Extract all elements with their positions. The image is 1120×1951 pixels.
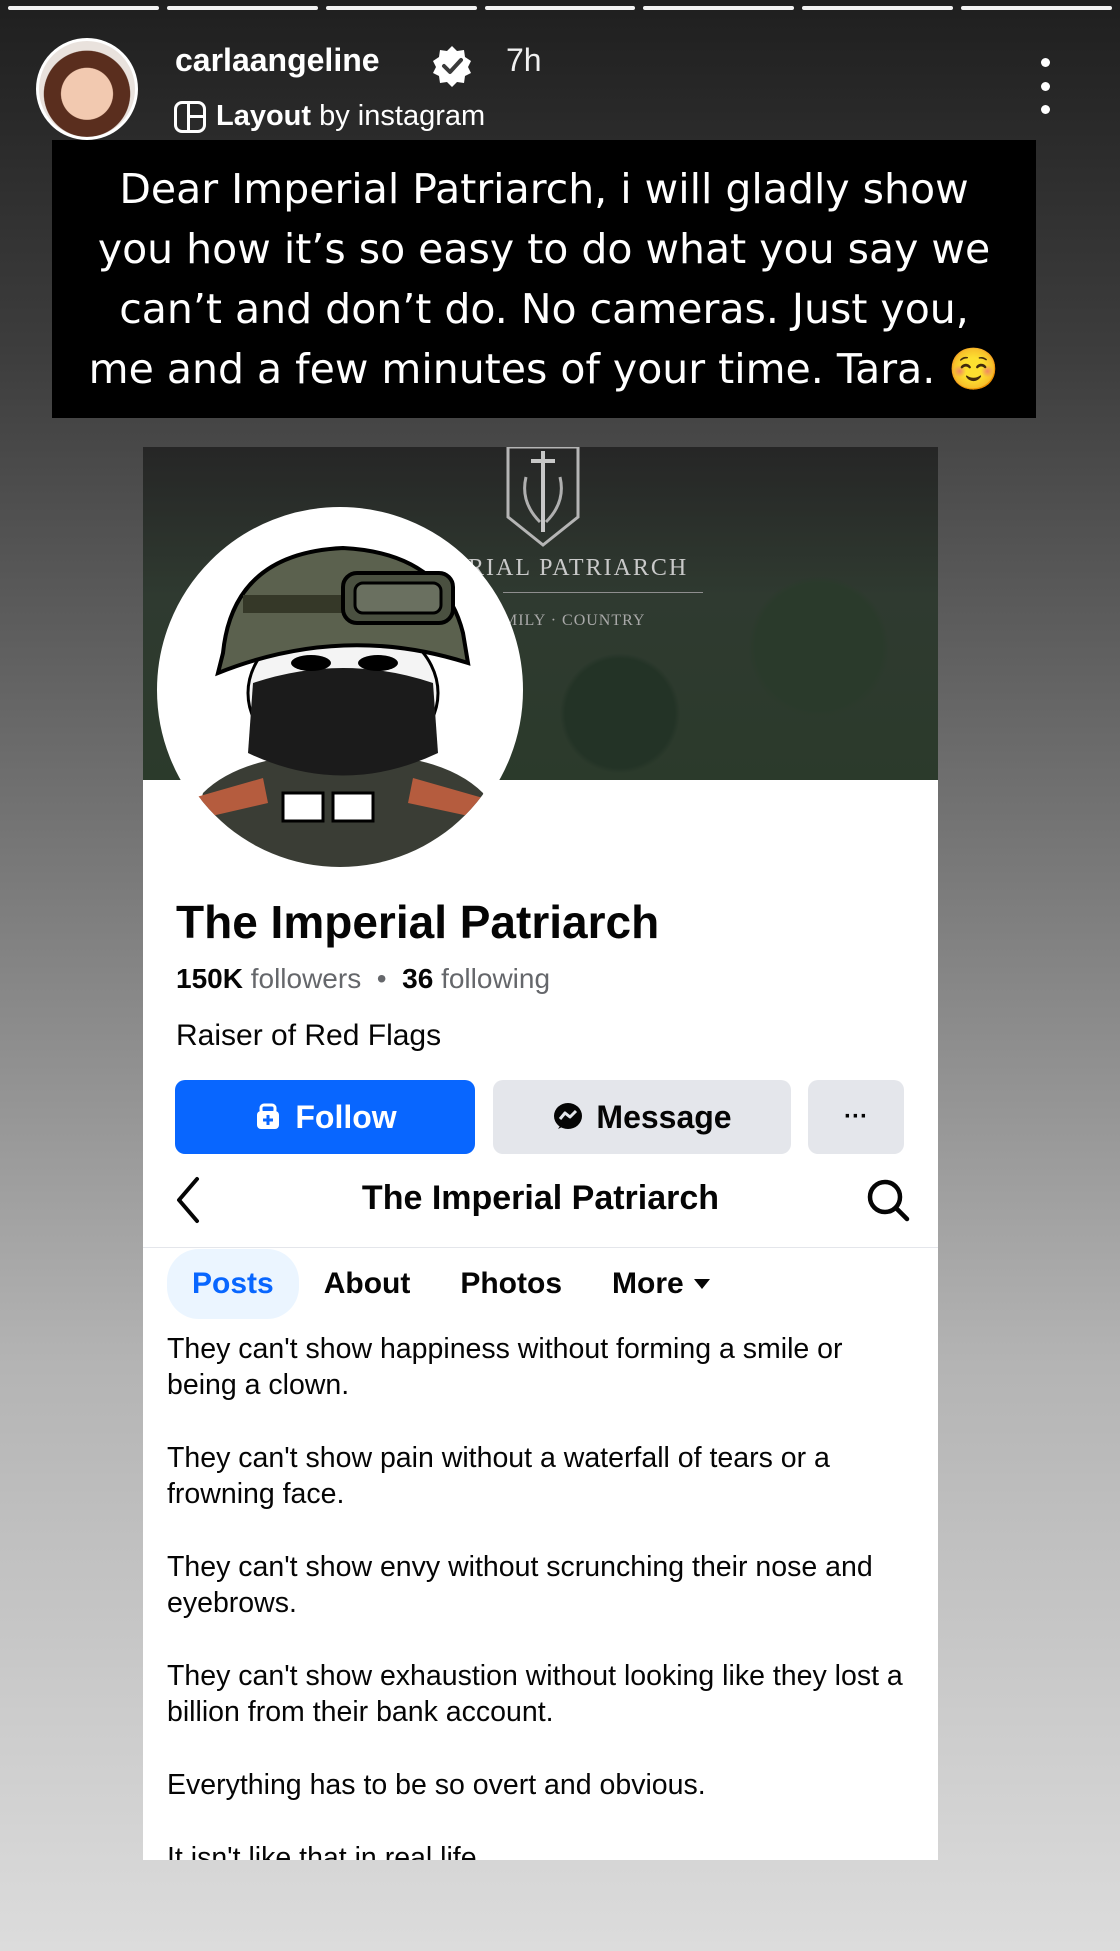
message-label: Message <box>596 1098 732 1135</box>
messenger-icon <box>554 1103 583 1129</box>
more-actions-label: ··· <box>844 1103 868 1130</box>
progress-segment <box>961 6 1113 10</box>
tab-more[interactable]: More <box>587 1249 735 1319</box>
story-caption: Dear Imperial Patriarch, i will gladly s… <box>52 140 1036 418</box>
page-tabs: Posts About Photos More <box>167 1249 735 1319</box>
followers-count: 150K <box>176 963 243 994</box>
nav-title: The Imperial Patriarch <box>361 1179 720 1217</box>
following-label[interactable]: following <box>441 963 550 994</box>
message-button[interactable]: Message <box>493 1080 791 1154</box>
post-paragraph: They can't show exhaustion without looki… <box>167 1660 903 1728</box>
page-bio: Raiser of Red Flags <box>176 1019 442 1052</box>
dot <box>1040 81 1050 91</box>
post-paragraph: They can't show pain without a waterfall… <box>167 1442 830 1510</box>
layout-label: Layout <box>216 100 312 132</box>
progress-segment <box>8 6 159 10</box>
layout-source: by instagram <box>319 100 486 132</box>
following-count: 36 <box>402 963 434 994</box>
avatar[interactable] <box>36 38 138 140</box>
progress-segment <box>643 6 795 10</box>
more-options-icon[interactable] <box>1030 58 1060 114</box>
crest-icon <box>506 447 580 547</box>
caret-down-icon <box>693 1279 710 1289</box>
caption-text: Dear Imperial Patriarch, i will gladly s… <box>88 165 1000 393</box>
cover-subtitle: MILY · COUNTRY <box>503 612 646 629</box>
tab-photos[interactable]: Photos <box>435 1249 587 1319</box>
page-name: The Imperial Patriarch <box>176 896 660 948</box>
tab-about[interactable]: About <box>299 1249 436 1319</box>
follow-button[interactable]: Follow <box>175 1080 475 1154</box>
verified-badge-icon <box>433 46 471 87</box>
tab-posts[interactable]: Posts <box>167 1249 299 1319</box>
post-paragraph: They can't show happiness without formin… <box>167 1333 843 1401</box>
follow-icon <box>257 1103 280 1129</box>
search-icon[interactable] <box>865 1177 911 1223</box>
soldier-avatar-illustration <box>163 513 517 867</box>
more-actions-button[interactable]: ··· <box>808 1080 904 1154</box>
progress-segment <box>802 6 954 10</box>
dot <box>1040 105 1050 114</box>
followers-label[interactable]: followers <box>251 963 361 994</box>
progress-segment <box>166 6 318 10</box>
dot <box>1040 58 1050 67</box>
post-text: They can't show happiness without formin… <box>167 1331 917 1860</box>
tab-more-label: More <box>612 1267 684 1300</box>
layout-attribution[interactable]: Layout by instagram <box>174 100 485 133</box>
cover-title: RIAL PATRIARCH <box>468 555 689 581</box>
follow-label: Follow <box>295 1098 397 1135</box>
follow-stats: 150K followers • 36 following <box>176 963 550 995</box>
layout-icon <box>174 100 206 133</box>
page-nav-bar: The Imperial Patriarch <box>143 1157 938 1248</box>
embedded-screenshot: RIAL PATRIARCH MILY · COUNTRY The Imperi… <box>143 447 938 1860</box>
progress-segment <box>325 6 477 10</box>
username[interactable]: carlaangeline <box>175 42 380 79</box>
post-paragraph: They can't show envy without scrunching … <box>167 1551 873 1619</box>
stats-separator: • <box>376 963 387 994</box>
page-profile-picture[interactable] <box>157 507 523 873</box>
progress-segment <box>484 6 636 10</box>
post-paragraph-cut: It isn't like that in real life. <box>167 1842 485 1860</box>
cover-divider <box>503 592 703 593</box>
story-time: 7h <box>506 42 542 78</box>
post-paragraph: Everything has to be so overt and obviou… <box>167 1769 706 1801</box>
story-progress <box>8 6 1113 10</box>
